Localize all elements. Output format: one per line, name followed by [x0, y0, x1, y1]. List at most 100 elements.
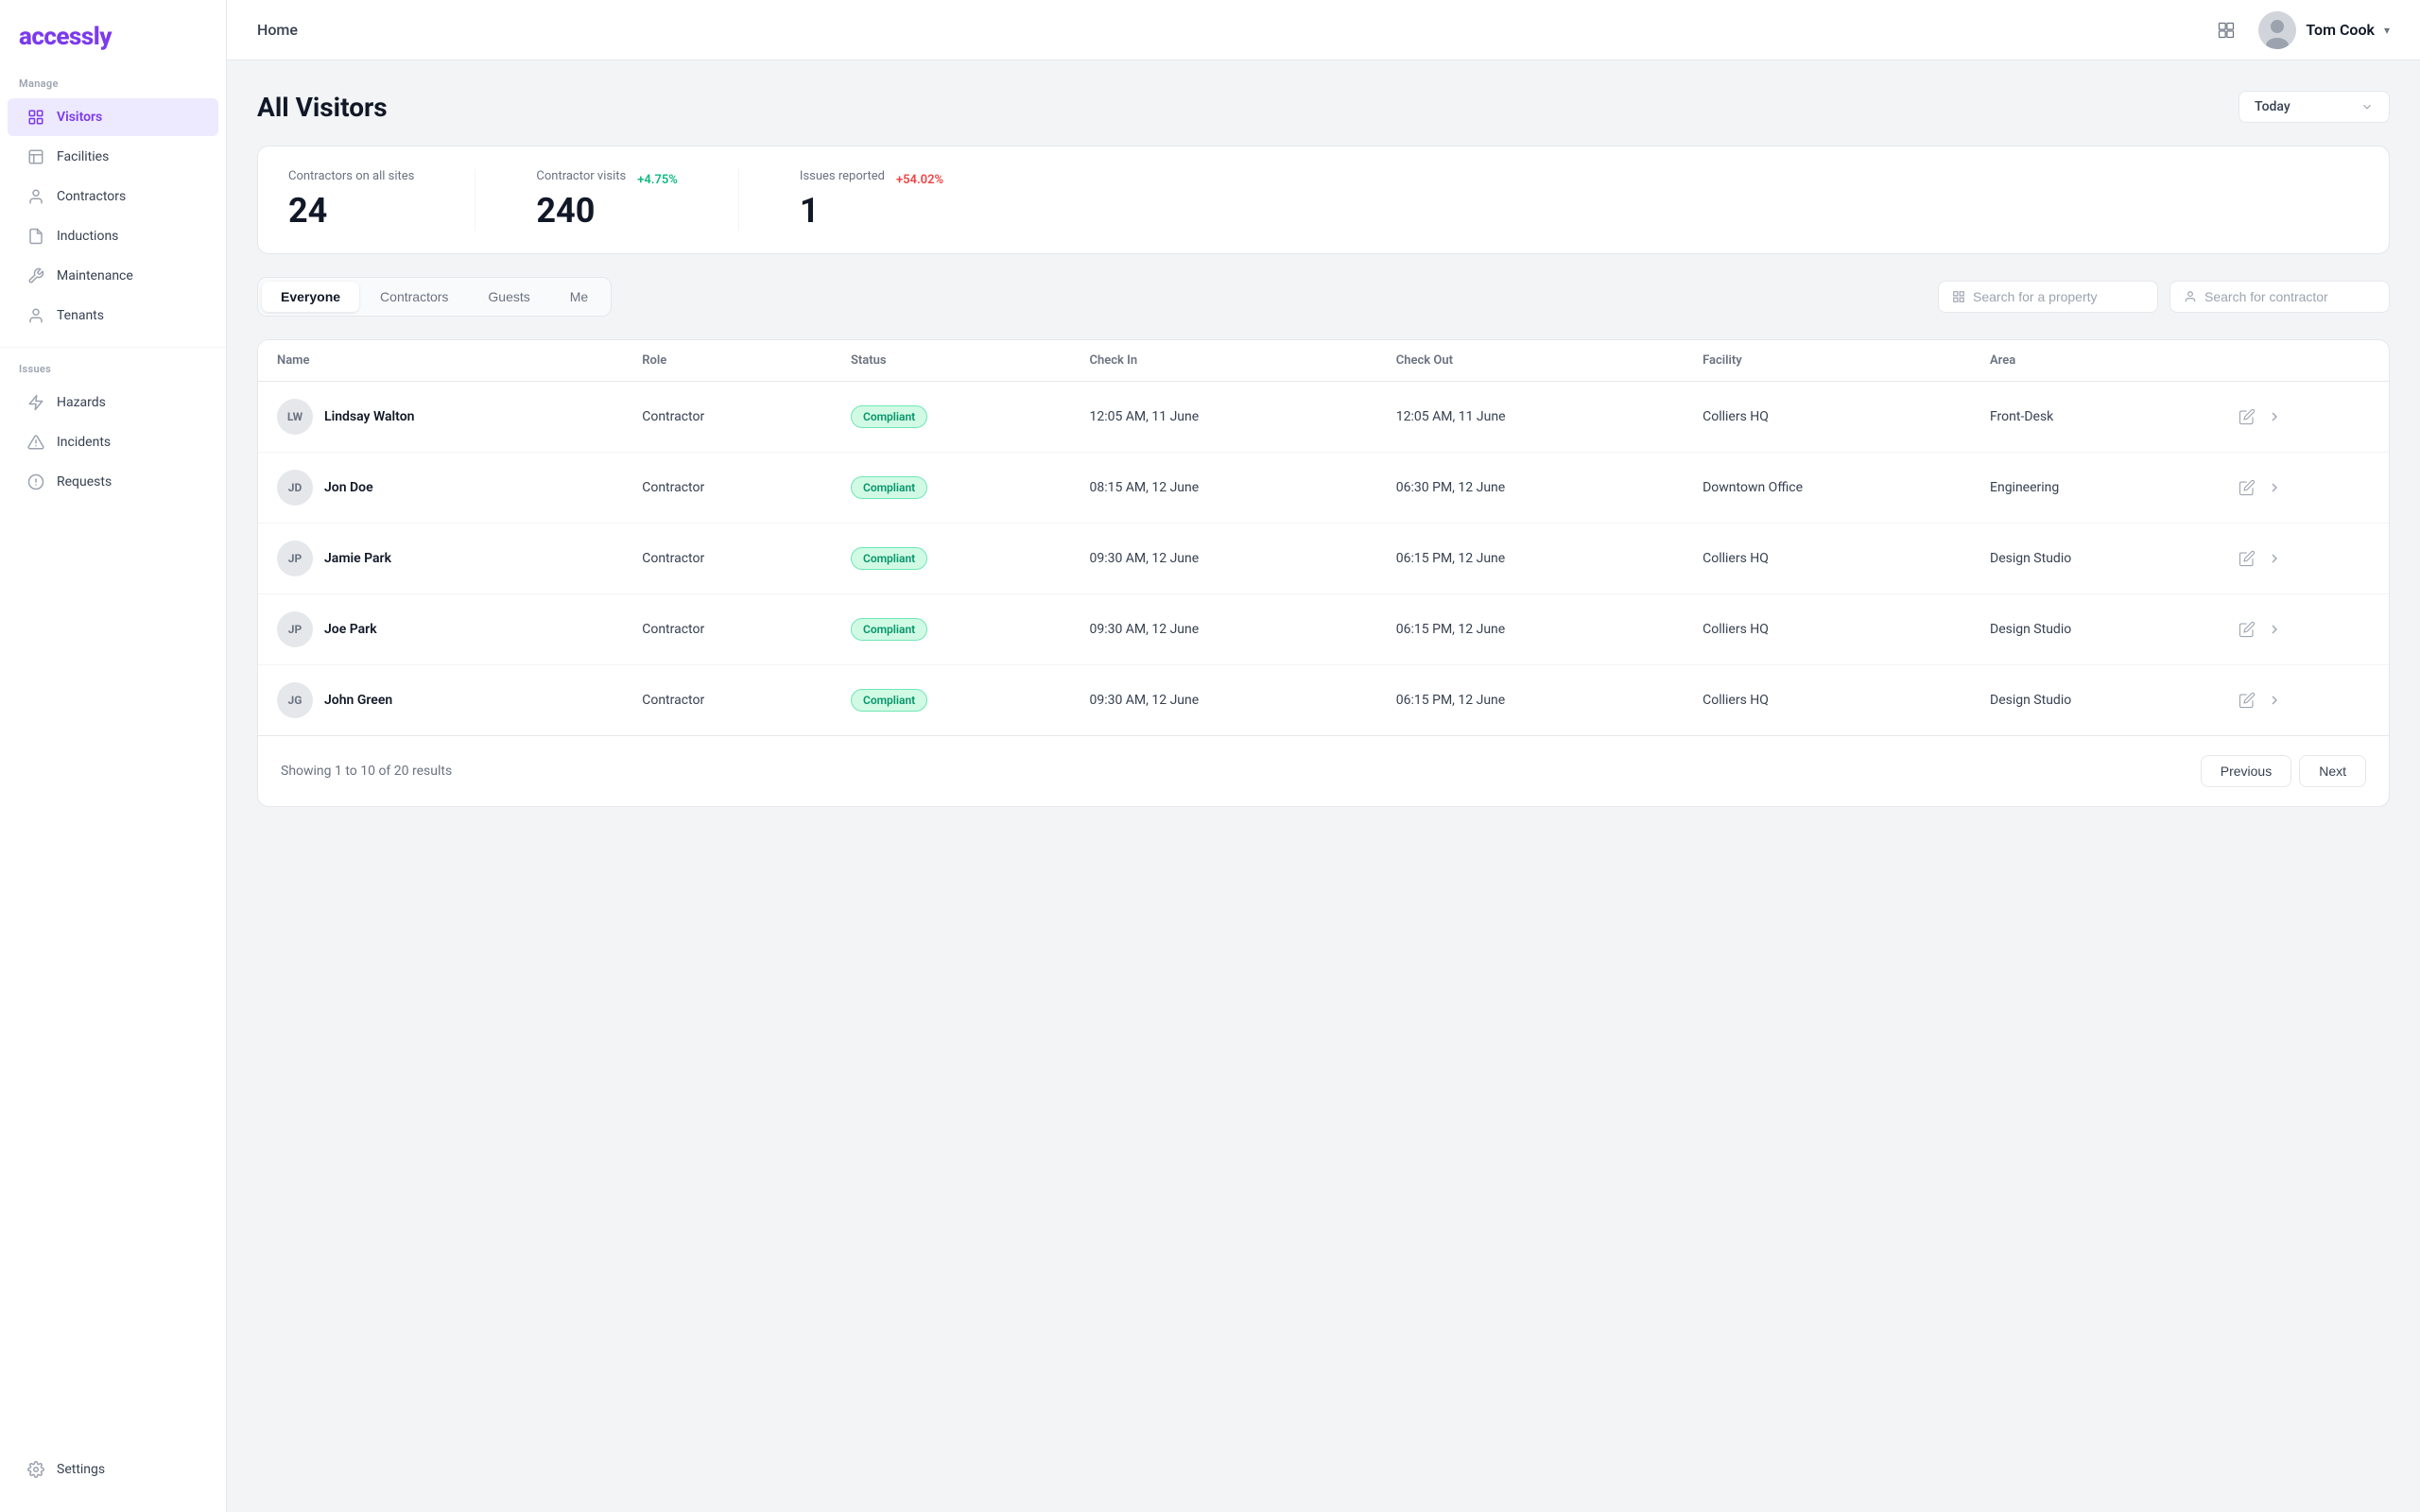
filter-row: Everyone Contractors Guests Me — [257, 277, 2390, 317]
person-avatar: JD — [277, 470, 313, 506]
edit-icon[interactable] — [2238, 479, 2256, 496]
status-cell: Compliant — [832, 382, 1070, 453]
status-badge: Compliant — [851, 689, 927, 712]
area-cell: Design Studio — [1971, 594, 2220, 665]
tab-contractors[interactable]: Contractors — [361, 282, 467, 312]
logo: accessly — [0, 23, 226, 74]
table-row: JD Jon Doe Contractor Compliant 08:15 AM… — [258, 453, 2389, 524]
person-cell: JP Joe Park — [277, 611, 604, 647]
stat-issues-label: Issues reported — [800, 169, 885, 183]
facility-cell: Colliers HQ — [1684, 382, 1971, 453]
status-badge: Compliant — [851, 618, 927, 641]
checkin-cell: 09:30 AM, 12 June — [1070, 594, 1376, 665]
window-icon-button[interactable] — [2209, 13, 2243, 47]
sidebar-item-inductions[interactable]: Inductions — [8, 217, 218, 255]
hazards-icon — [26, 393, 45, 412]
visitors-icon — [26, 108, 45, 127]
page-header: All Visitors Today — [257, 91, 2390, 123]
sidebar-label-inductions: Inductions — [57, 229, 118, 244]
table-row: JG John Green Contractor Compliant 09:30… — [258, 665, 2389, 736]
status-badge: Compliant — [851, 476, 927, 499]
user-menu[interactable]: Tom Cook ▾ — [2258, 11, 2390, 49]
incidents-icon — [26, 433, 45, 452]
table-row: JP Joe Park Contractor Compliant 09:30 A… — [258, 594, 2389, 665]
status-cell: Compliant — [832, 665, 1070, 736]
sidebar-item-requests[interactable]: Requests — [8, 463, 218, 501]
stats-card: Contractors on all sites 24 Contractor v… — [257, 146, 2390, 254]
person-avatar: JP — [277, 541, 313, 576]
row-chevron-icon[interactable] — [2267, 693, 2282, 708]
row-chevron-icon[interactable] — [2267, 480, 2282, 495]
sidebar-item-tenants[interactable]: Tenants — [8, 297, 218, 335]
person-cell: JD Jon Doe — [277, 470, 604, 506]
facility-cell: Colliers HQ — [1684, 594, 1971, 665]
sidebar-label-tenants: Tenants — [57, 308, 104, 323]
contractor-search-box — [2169, 281, 2390, 313]
tab-me[interactable]: Me — [551, 282, 607, 312]
status-cell: Compliant — [832, 594, 1070, 665]
header-actions: Tom Cook ▾ — [2209, 11, 2390, 49]
contractor-search-input[interactable] — [2204, 289, 2376, 304]
row-chevron-icon[interactable] — [2267, 409, 2282, 424]
sidebar-item-settings[interactable]: Settings — [8, 1451, 218, 1488]
stat-contractors: Contractors on all sites 24 — [288, 169, 414, 231]
checkout-cell: 12:05 AM, 11 June — [1377, 382, 1684, 453]
tab-guests[interactable]: Guests — [469, 282, 548, 312]
person-avatar: LW — [277, 399, 313, 435]
sidebar-item-hazards[interactable]: Hazards — [8, 384, 218, 421]
checkout-cell: 06:15 PM, 12 June — [1377, 524, 1684, 594]
row-actions — [2238, 408, 2370, 425]
contractors-icon — [26, 187, 45, 206]
property-search-input[interactable] — [1973, 289, 2144, 304]
col-checkin: Check In — [1070, 340, 1376, 382]
previous-button[interactable]: Previous — [2201, 755, 2291, 787]
stat-contractors-label: Contractors on all sites — [288, 169, 414, 183]
requests-icon — [26, 472, 45, 491]
search-group — [1938, 281, 2390, 313]
table-row: LW Lindsay Walton Contractor Compliant 1… — [258, 382, 2389, 453]
checkin-cell: 09:30 AM, 12 June — [1070, 524, 1376, 594]
area-cell: Design Studio — [1971, 665, 2220, 736]
sidebar-label-settings: Settings — [57, 1462, 105, 1477]
sidebar-label-facilities: Facilities — [57, 149, 109, 164]
edit-icon[interactable] — [2238, 408, 2256, 425]
settings-icon — [26, 1460, 45, 1479]
sidebar-item-contractors[interactable]: Contractors — [8, 178, 218, 215]
sidebar-item-visitors[interactable]: Visitors — [8, 98, 218, 136]
pagination-info: Showing 1 to 10 of 20 results — [281, 764, 452, 779]
person-avatar: JG — [277, 682, 313, 718]
checkin-cell: 12:05 AM, 11 June — [1070, 382, 1376, 453]
sidebar-item-maintenance[interactable]: Maintenance — [8, 257, 218, 295]
person-name: Jon Doe — [324, 480, 373, 495]
role-cell: Contractor — [623, 665, 832, 736]
date-filter[interactable]: Today — [2238, 91, 2390, 123]
next-button[interactable]: Next — [2299, 755, 2366, 787]
facility-cell: Downtown Office — [1684, 453, 1971, 524]
row-chevron-icon[interactable] — [2267, 551, 2282, 566]
sidebar-label-incidents: Incidents — [57, 435, 111, 450]
edit-icon[interactable] — [2238, 550, 2256, 567]
facilities-icon — [26, 147, 45, 166]
chevron-down-icon: ▾ — [2384, 24, 2390, 37]
area-cell: Front-Desk — [1971, 382, 2220, 453]
stat-issues-value: 1 — [800, 191, 943, 231]
stat-visits-label: Contractor visits — [536, 169, 626, 183]
pagination-buttons: Previous Next — [2201, 755, 2366, 787]
row-actions — [2238, 550, 2370, 567]
row-chevron-icon[interactable] — [2267, 622, 2282, 637]
facility-cell: Colliers HQ — [1684, 524, 1971, 594]
col-actions — [2220, 340, 2389, 382]
sidebar-item-facilities[interactable]: Facilities — [8, 138, 218, 176]
maintenance-icon — [26, 266, 45, 285]
property-search-icon — [1952, 290, 1965, 303]
person-cell: JP Jamie Park — [277, 541, 604, 576]
edit-icon[interactable] — [2238, 692, 2256, 709]
edit-icon[interactable] — [2238, 621, 2256, 638]
person-cell: JG John Green — [277, 682, 604, 718]
stat-contractors-value: 24 — [288, 191, 414, 231]
col-area: Area — [1971, 340, 2220, 382]
sidebar-item-incidents[interactable]: Incidents — [8, 423, 218, 461]
col-status: Status — [832, 340, 1070, 382]
stat-visits: Contractor visits +4.75% 240 — [536, 169, 678, 231]
tab-everyone[interactable]: Everyone — [262, 282, 359, 312]
